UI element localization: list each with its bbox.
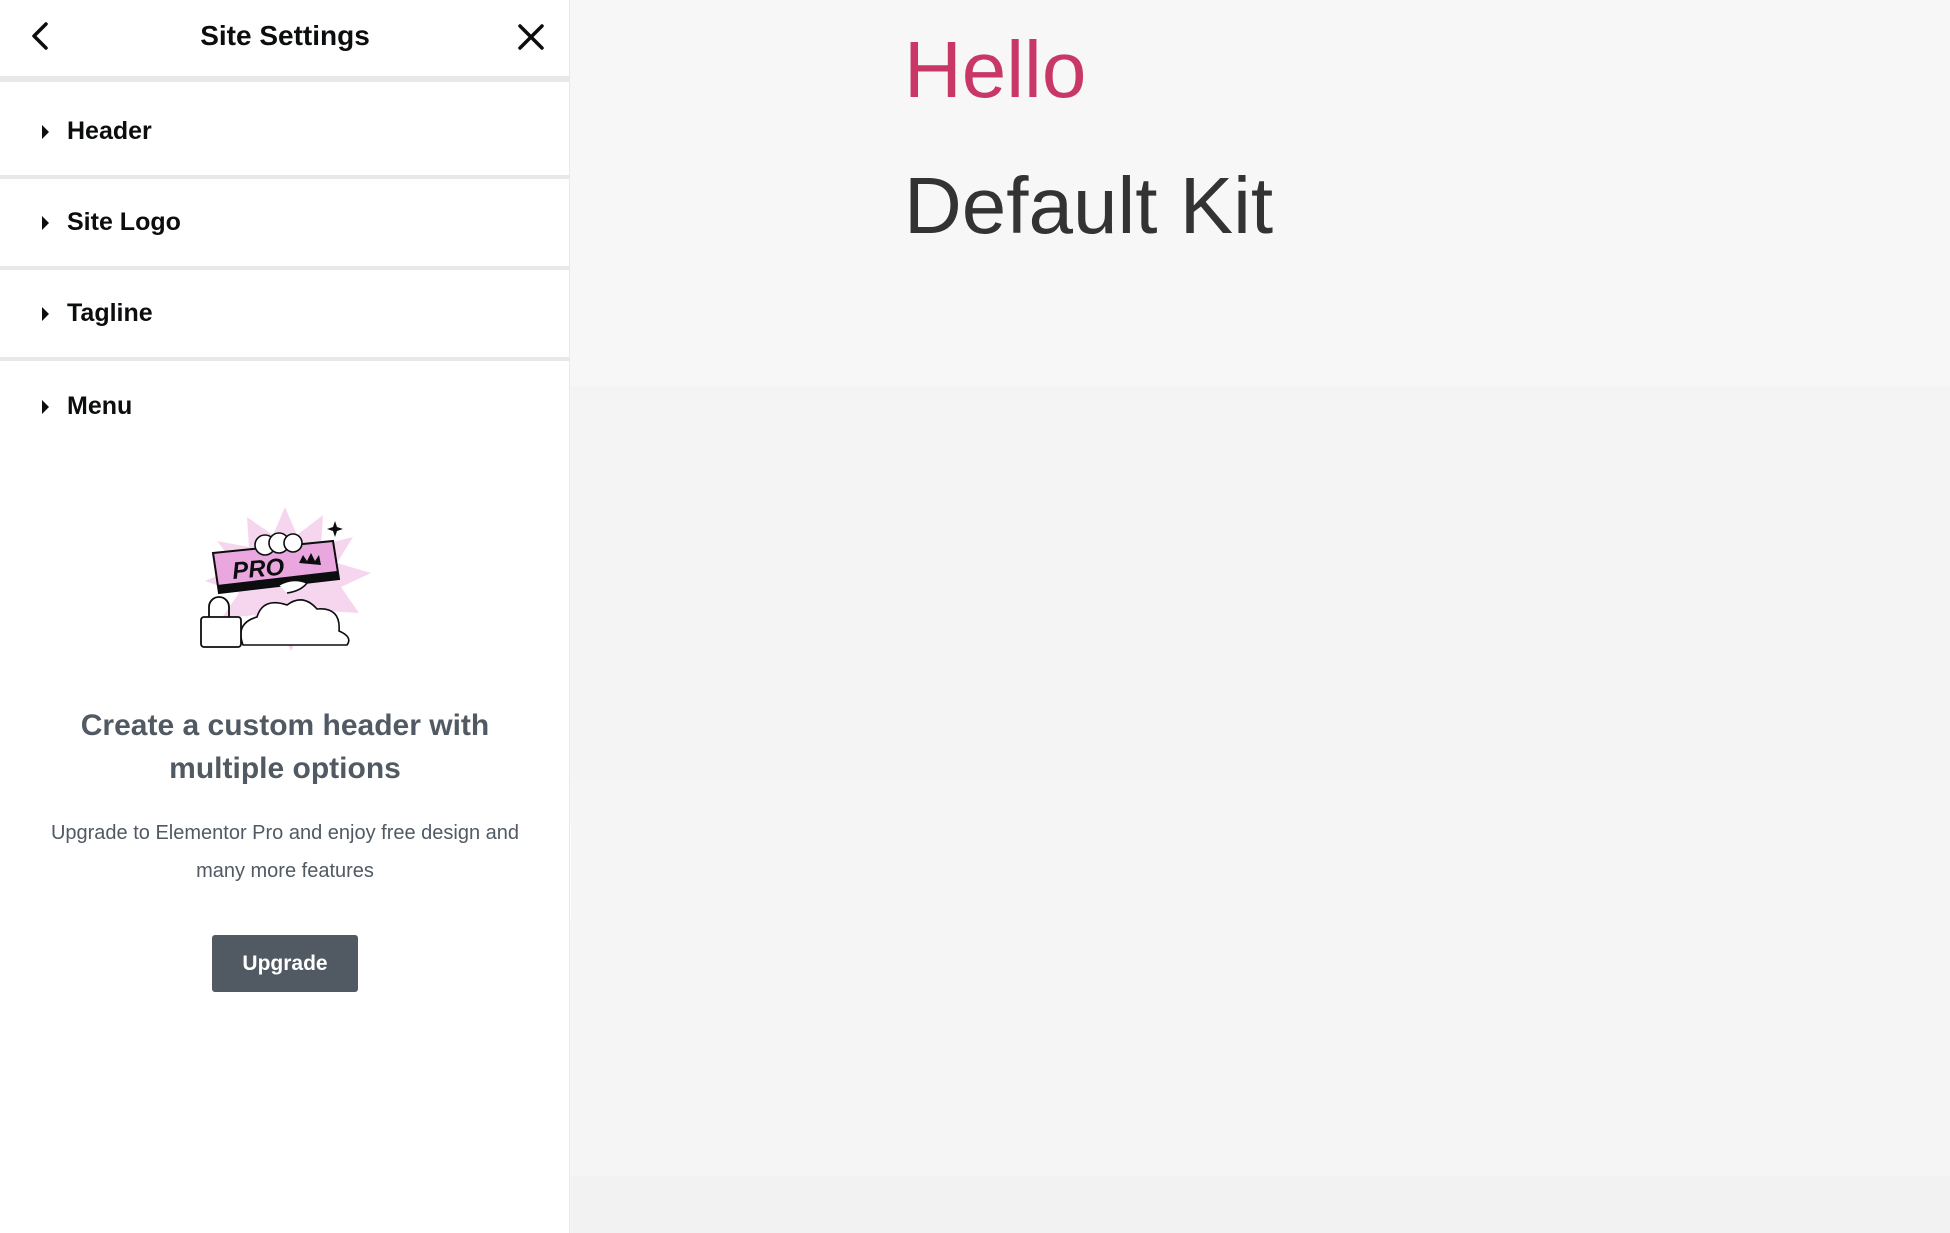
caret-right-icon — [42, 124, 49, 139]
promo-title: Create a custom header with multiple opt… — [80, 709, 490, 785]
section-label: Tagline — [67, 299, 153, 327]
upgrade-button[interactable]: Upgrade — [212, 935, 358, 992]
section-tagline[interactable]: Tagline — [0, 270, 570, 361]
pro-illustration: PRO — [200, 507, 371, 651]
preview-section — [571, 386, 1950, 781]
site-preview: Hello Default Kit — [571, 0, 1950, 1233]
section-label: Header — [67, 117, 152, 145]
pro-badge-text: PRO — [231, 554, 285, 585]
section-header[interactable]: Header — [0, 88, 570, 179]
preview-section — [571, 781, 1950, 1176]
section-label: Menu — [67, 392, 133, 420]
site-settings-panel: Site Settings Header Site Logo Tagline M… — [0, 0, 570, 1233]
panel-header: Site Settings — [0, 0, 570, 82]
site-tagline: Default Kit — [904, 161, 1274, 250]
settings-sections: Header Site Logo Tagline Menu — [0, 88, 570, 452]
section-menu[interactable]: Menu — [0, 361, 570, 452]
caret-right-icon — [42, 215, 49, 230]
site-title[interactable]: Hello — [904, 22, 1086, 118]
preview-section — [571, 1176, 1950, 1233]
caret-right-icon — [42, 306, 49, 321]
section-label: Site Logo — [67, 208, 181, 236]
close-button[interactable] — [512, 18, 550, 56]
section-site-logo[interactable]: Site Logo — [0, 179, 570, 270]
panel-title: Site Settings — [200, 20, 370, 51]
close-icon — [518, 24, 544, 50]
promo-description: Upgrade to Elementor Pro and enjoy free … — [50, 822, 520, 882]
caret-right-icon — [42, 399, 49, 414]
